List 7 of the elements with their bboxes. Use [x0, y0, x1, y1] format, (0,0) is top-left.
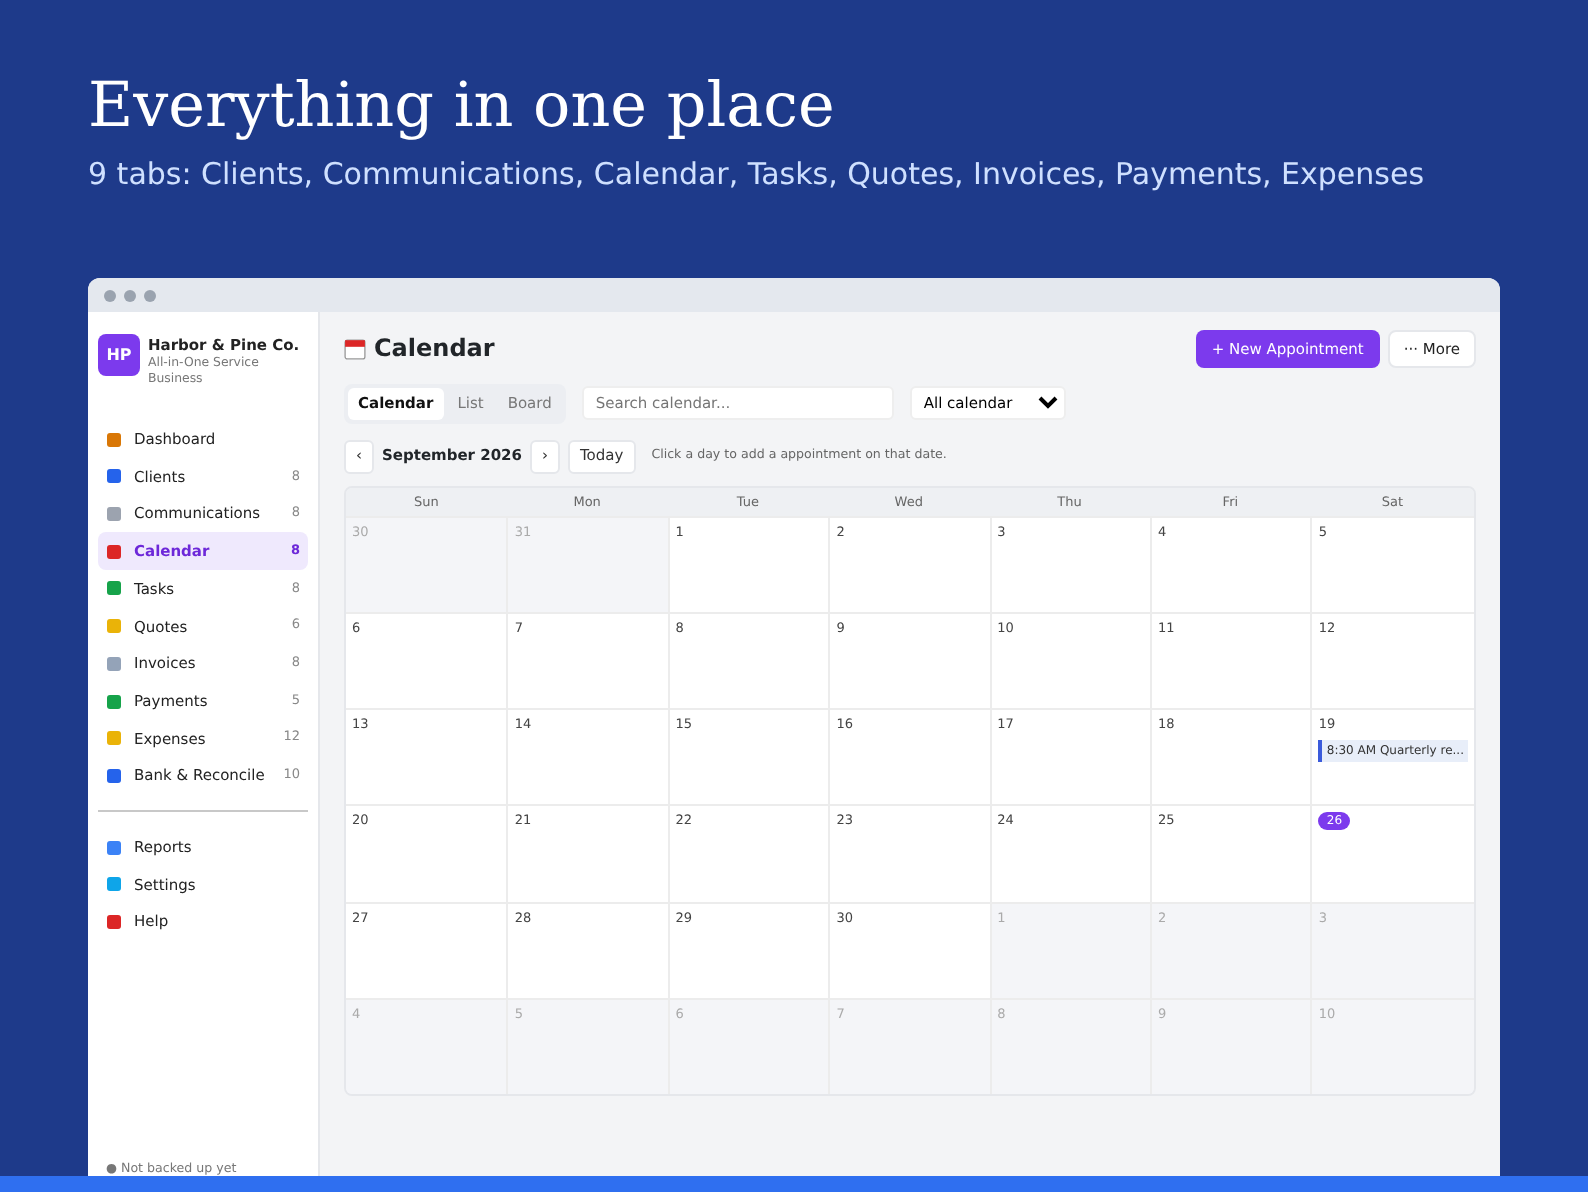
window-dot-icon: [104, 289, 116, 301]
window-dot-icon: [124, 289, 136, 301]
logo-icon: HP: [98, 334, 140, 376]
subtitle: 9 tabs: Clients, Communications, Calendar, Tasks, Quotes, Invoices, Payments, Expenses: [88, 154, 1427, 196]
page-title: Calendar: [374, 334, 495, 364]
window-dot-icon: [144, 289, 156, 301]
headline: Everything in one place: [88, 68, 837, 144]
